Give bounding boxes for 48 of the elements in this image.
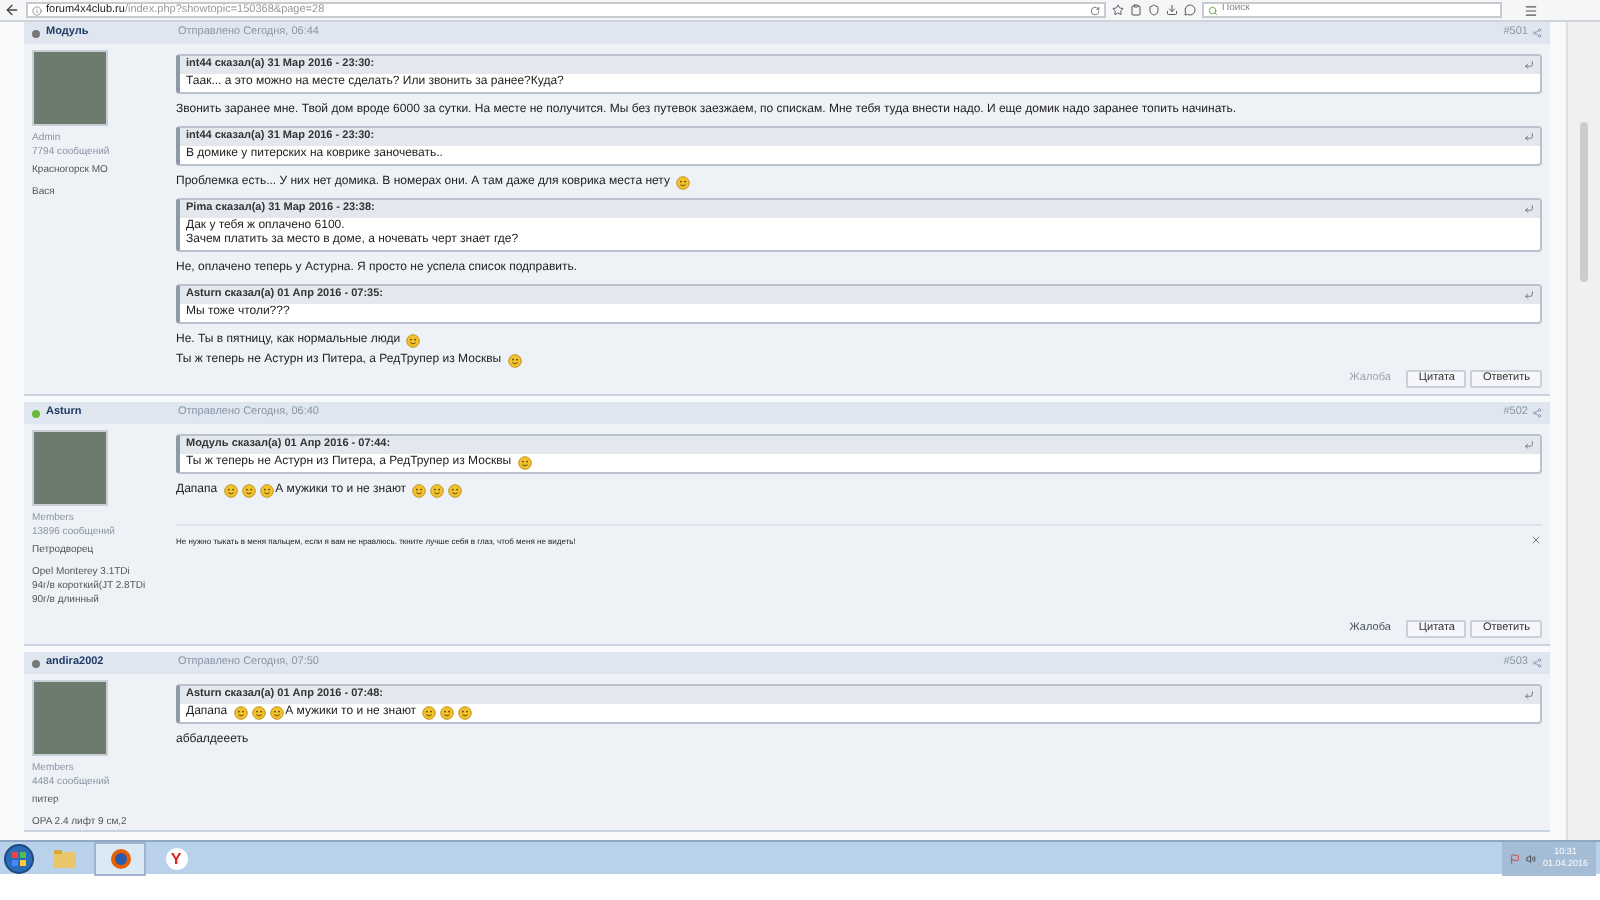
return-arrow-icon[interactable]	[1524, 132, 1534, 142]
smiley-icon	[517, 456, 532, 470]
chat-icon[interactable]	[1184, 4, 1196, 16]
return-arrow-icon[interactable]	[1524, 60, 1534, 70]
smiley-icon	[251, 706, 266, 720]
close-icon[interactable]	[1530, 534, 1542, 546]
smiley-icon	[412, 483, 427, 497]
info-icon	[32, 5, 42, 15]
browser-logo-icon	[109, 847, 131, 869]
avatar-photo-placeholder	[32, 680, 108, 756]
folder-icon	[53, 849, 75, 867]
smiley-icon	[430, 483, 445, 497]
start-orb-icon[interactable]	[4, 843, 34, 873]
clipboard-icon[interactable]	[1130, 4, 1142, 16]
taskbar-app[interactable]: Y	[150, 841, 202, 875]
download-icon[interactable]	[1166, 4, 1178, 16]
reload-icon[interactable]	[1090, 5, 1100, 15]
smiley-icon	[458, 706, 473, 720]
return-arrow-icon[interactable]	[1524, 440, 1534, 450]
return-arrow-icon[interactable]	[1524, 204, 1534, 214]
bookmark-star-icon[interactable]	[1112, 4, 1124, 16]
smiley-icon	[259, 483, 274, 497]
smiley-icon	[406, 333, 421, 347]
search-icon	[1208, 5, 1218, 15]
smiley-icon	[269, 706, 284, 720]
avatar-photo-placeholder	[32, 430, 108, 506]
share-icon[interactable]	[1532, 408, 1542, 418]
share-icon[interactable]	[1532, 658, 1542, 668]
smiley-icon	[440, 706, 455, 720]
smiley-icon	[241, 483, 256, 497]
share-icon[interactable]	[1532, 28, 1542, 38]
avatar-photo-placeholder	[32, 50, 108, 126]
taskbar-app[interactable]	[94, 841, 146, 875]
smiley-icon	[675, 175, 690, 189]
menu-icon[interactable]	[1524, 3, 1538, 17]
return-arrow-icon[interactable]	[1524, 690, 1534, 700]
return-arrow-icon[interactable]	[1524, 290, 1534, 300]
volume-icon[interactable]	[1526, 853, 1537, 863]
yandex-logo-icon: Y	[165, 847, 187, 869]
smiley-icon	[507, 353, 522, 367]
smiley-icon	[223, 483, 238, 497]
smiley-icon	[233, 706, 248, 720]
back-icon[interactable]	[4, 2, 20, 18]
smiley-icon	[448, 483, 463, 497]
scrollbar[interactable]	[1566, 22, 1600, 840]
smiley-icon	[422, 706, 437, 720]
scrollbar-thumb[interactable]	[1580, 122, 1588, 282]
flag-icon[interactable]	[1510, 853, 1521, 863]
